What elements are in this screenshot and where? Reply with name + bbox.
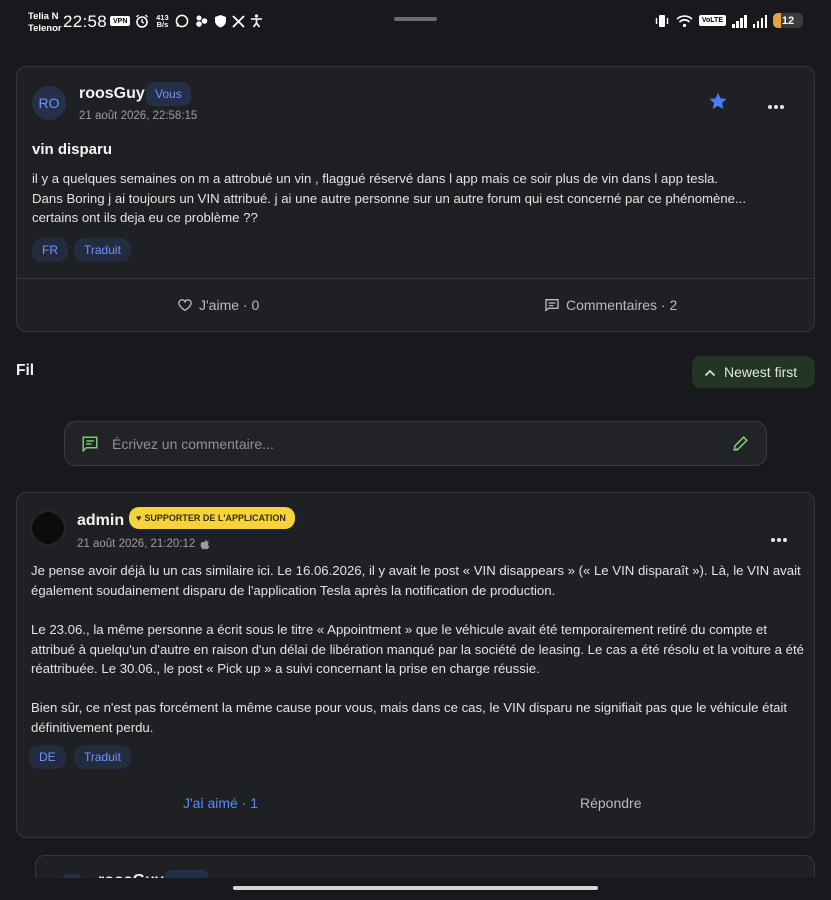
comment-input[interactable]: Écrivez un commentaire... <box>64 421 767 466</box>
liked-button[interactable]: J'ai aimé · 1 <box>183 795 258 811</box>
vpn-icon: VPN <box>110 16 131 26</box>
sort-button[interactable]: Newest first <box>692 356 815 388</box>
feed-title: Fil <box>16 362 35 379</box>
carrier-2: Telenor <box>28 23 62 34</box>
sort-label: Newest first <box>724 364 798 380</box>
post-card: RO roosGuy Vous 21 août 2026, 22:58:15 v… <box>16 66 815 332</box>
post-timestamp: 21 août 2026, 22:58:15 <box>79 110 198 122</box>
shield-icon <box>214 14 227 28</box>
heart-icon: ♥ <box>136 513 142 523</box>
vibrate-icon <box>654 14 670 28</box>
chevron-up-icon <box>704 364 716 380</box>
whatsapp-icon <box>175 14 189 28</box>
carrier-1: Telia N <box>28 11 59 22</box>
comment-paragraph-2: Le 23.06., la même personne a écrit sous… <box>31 622 804 677</box>
comment-paragraph-3: Bien sûr, ce n'est pas forcément la même… <box>31 700 788 735</box>
avatar[interactable] <box>31 511 65 545</box>
battery-icon: 12 <box>773 13 803 28</box>
net-speed: 413 B/s <box>154 14 170 29</box>
divider <box>17 278 814 279</box>
you-badge: Vous <box>146 82 191 106</box>
supporter-badge: ♥ SUPPORTER DE L'APPLICATION <box>129 507 295 529</box>
system-icons: VoLTE 12 <box>654 13 803 28</box>
pencil-icon[interactable] <box>731 434 750 453</box>
group-icon <box>194 14 209 28</box>
post-title: vin disparu <box>32 141 113 158</box>
heart-icon <box>178 299 192 312</box>
apple-icon <box>200 539 210 549</box>
comment-timestamp: 21 août 2026, 21:20:12 <box>77 538 196 550</box>
comments-label: Commentaires · 2 <box>566 297 678 313</box>
notification-icons: VPN 413 B/s <box>110 14 263 28</box>
like-button[interactable]: J'aime · 0 <box>177 297 259 313</box>
supporter-label: SUPPORTER DE L'APPLICATION <box>144 513 286 523</box>
more-options-icon[interactable] <box>770 527 788 548</box>
language-chip[interactable]: DE <box>29 745 66 769</box>
comment-icon <box>82 436 98 453</box>
post-author[interactable]: roosGuy <box>79 85 145 103</box>
accessibility-icon <box>250 14 263 28</box>
reply-button[interactable]: Répondre <box>580 795 642 811</box>
like-label: J'aime · 0 <box>199 297 260 313</box>
comments-button[interactable]: Commentaires · 2 <box>544 297 677 313</box>
translated-chip[interactable]: Traduit <box>74 745 131 769</box>
comment-icon <box>545 299 559 312</box>
wifi-icon <box>676 14 693 28</box>
clock: 22:58 <box>63 12 108 31</box>
status-bar: Telia N Telenor 22:58 VPN 413 B/s VoLTE … <box>0 0 831 44</box>
carrier-names: Telia N Telenor <box>28 11 62 35</box>
signal-icon-2 <box>752 14 767 28</box>
battery-level: 12 <box>781 14 795 27</box>
post-body: il y a quelques semaines on m a attrobué… <box>32 171 747 226</box>
star-icon[interactable] <box>708 91 728 117</box>
translated-chip[interactable]: Traduit <box>74 238 131 262</box>
comment-placeholder: Écrivez un commentaire... <box>112 436 274 452</box>
x-icon <box>232 14 246 28</box>
language-chip[interactable]: FR <box>32 238 68 262</box>
comment-author[interactable]: admin <box>77 512 124 530</box>
signal-icon-1 <box>732 14 747 28</box>
comment-paragraph-1: Je pense avoir déjà lu un cas similaire … <box>31 563 801 598</box>
alarm-icon <box>135 14 149 28</box>
net-speed-unit: B/s <box>156 20 169 29</box>
comment-timestamp-row: 21 août 2026, 21:20:12 <box>77 538 210 550</box>
avatar[interactable]: RO <box>32 86 66 120</box>
more-options-icon[interactable] <box>767 94 785 115</box>
home-indicator[interactable] <box>233 886 598 890</box>
volte-icon: VoLTE <box>698 15 726 26</box>
comment-card: admin ♥ SUPPORTER DE L'APPLICATION 21 aoû… <box>16 492 815 838</box>
top-handle <box>394 17 437 21</box>
